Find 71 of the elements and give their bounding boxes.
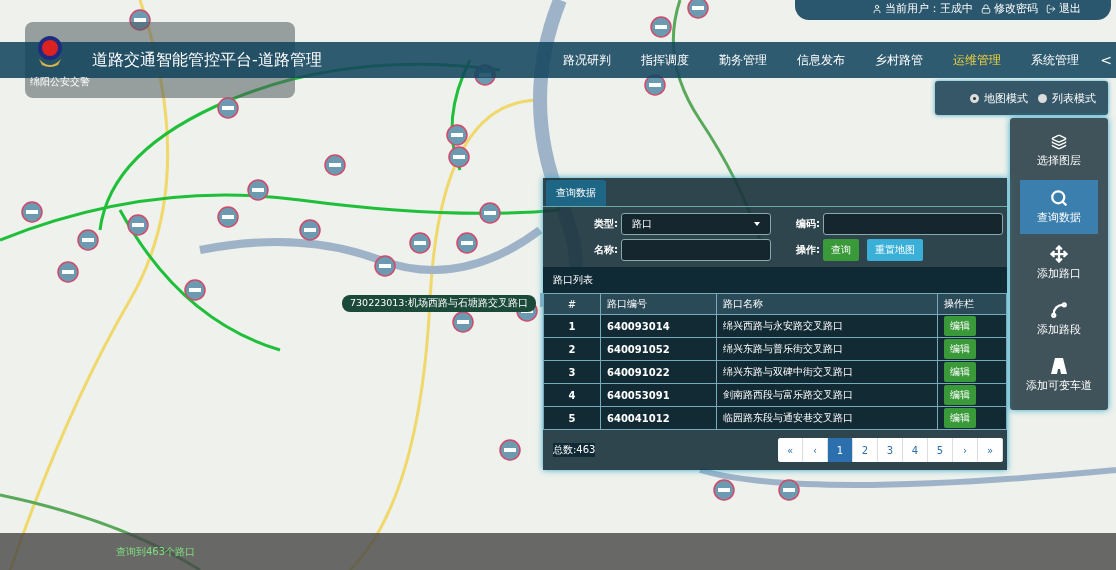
police-emblem-icon xyxy=(36,35,64,69)
table-cell: 640091022 xyxy=(600,360,717,384)
table-cell: 4 xyxy=(543,383,601,407)
edit-button[interactable]: 编辑 xyxy=(943,408,976,428)
table-cell: 绵兴东路与普乐街交叉路口 xyxy=(716,337,938,361)
collapse-toggle[interactable]: < xyxy=(1100,52,1112,68)
nav-item[interactable]: 勤务管理 xyxy=(704,51,783,69)
user-icon xyxy=(872,3,882,14)
logout-link[interactable]: 退出 xyxy=(1046,1,1081,16)
field-label: 名称: xyxy=(593,243,619,257)
total-count: 总数:463 xyxy=(553,443,596,457)
toolbar-button[interactable]: 添加路段 xyxy=(1020,292,1098,346)
caret-icon xyxy=(754,222,760,226)
nav-item[interactable]: 乡村路管 xyxy=(860,51,939,69)
field-label: 操作: xyxy=(795,243,821,257)
search-icon xyxy=(1050,189,1068,207)
page-button[interactable]: 1 xyxy=(828,438,853,462)
current-user: 当前用户：王成中 xyxy=(872,1,973,16)
table-cell: 绵兴东路与双碑中街交叉路口 xyxy=(716,360,938,384)
curve-icon xyxy=(1050,301,1068,319)
toolbar-button[interactable]: 查询数据 xyxy=(1020,180,1098,234)
nav-item[interactable]: 路况研判 xyxy=(548,51,627,69)
page-button[interactable]: « xyxy=(778,438,803,462)
table-cell: 2 xyxy=(543,337,601,361)
radio-button[interactable] xyxy=(1038,93,1047,103)
edit-button[interactable]: 编辑 xyxy=(943,385,976,405)
nav-item[interactable]: 信息发布 xyxy=(782,51,861,69)
table-cell: 640091052 xyxy=(600,337,717,361)
logout-icon xyxy=(1046,3,1056,14)
column-header: 路口名称 xyxy=(716,293,938,315)
field-label: 编码: xyxy=(795,217,821,231)
edit-button[interactable]: 编辑 xyxy=(943,316,976,336)
column-header: 路口编号 xyxy=(600,293,717,315)
nav-item[interactable]: 运维管理 xyxy=(938,51,1017,69)
org-name: 绵阳公安交警 xyxy=(30,75,90,89)
column-header: # xyxy=(543,293,601,315)
edit-button[interactable]: 编辑 xyxy=(943,339,976,359)
change-password-link[interactable]: 修改密码 xyxy=(981,1,1038,16)
toolbar-button[interactable]: 选择图层 xyxy=(1020,124,1098,178)
table-cell: 临园路东段与通安巷交叉路口 xyxy=(716,406,938,430)
nav-item[interactable]: 指挥调度 xyxy=(626,51,705,69)
radio-button[interactable] xyxy=(970,93,979,103)
table-cell: 3 xyxy=(543,360,601,384)
toolbar-button[interactable]: 添加可变车道 xyxy=(1020,348,1098,402)
table-cell: 640053091 xyxy=(600,383,717,407)
column-header: 操作栏 xyxy=(937,293,1007,315)
layers-icon xyxy=(1051,134,1067,150)
app-title: 道路交通智能管控平台-道路管理 xyxy=(92,49,322,71)
search-button[interactable]: 查询 xyxy=(823,239,859,261)
code-input[interactable] xyxy=(823,213,1003,235)
table-cell: 1 xyxy=(543,314,601,338)
lock-icon xyxy=(981,3,991,14)
nav-item[interactable]: 系统管理 xyxy=(1016,51,1095,69)
map-tooltip: 730223013:机场西路与石塘路交叉路口 xyxy=(342,295,536,312)
radio-label[interactable]: 地图模式 xyxy=(984,90,1028,106)
toolbar-button[interactable]: 添加路口 xyxy=(1020,236,1098,290)
crosshair-icon xyxy=(1050,245,1068,263)
radio-label[interactable]: 列表模式 xyxy=(1052,90,1096,106)
table-cell: 640041012 xyxy=(600,406,717,430)
type-select[interactable]: 路口 xyxy=(621,213,771,235)
edit-button[interactable]: 编辑 xyxy=(943,362,976,382)
table-cell: 640093014 xyxy=(600,314,717,338)
table-cell: 绵兴西路与永安路交叉路口 xyxy=(716,314,938,338)
table-cell: 剑南路西段与富乐路交叉路口 xyxy=(716,383,938,407)
field-label: 类型: xyxy=(593,217,619,231)
name-input[interactable] xyxy=(621,239,771,261)
table-cell: 5 xyxy=(543,406,601,430)
status-text: 查询到463个路口 xyxy=(116,544,196,559)
road-icon xyxy=(1050,357,1068,375)
list-title: 路口列表 xyxy=(543,267,1007,293)
panel-tab[interactable]: 查询数据 xyxy=(546,180,606,206)
